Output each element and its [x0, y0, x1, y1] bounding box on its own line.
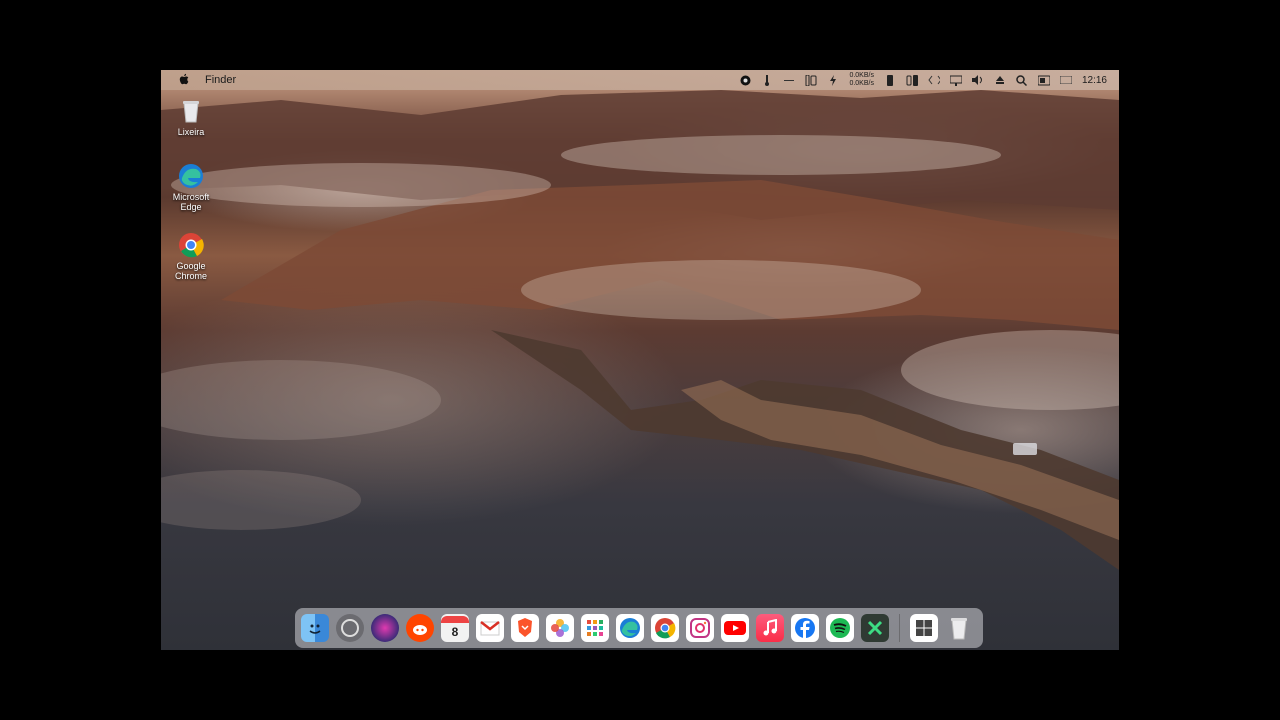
dock-separator [899, 614, 900, 642]
record-icon[interactable] [739, 74, 751, 86]
edge-icon [178, 163, 204, 189]
youtube-icon[interactable] [721, 614, 749, 642]
edge-icon[interactable] [616, 614, 644, 642]
battery-icon[interactable] [884, 74, 896, 86]
brave-icon[interactable] [511, 614, 539, 642]
apple-menu-icon[interactable] [177, 73, 191, 88]
siri-icon[interactable] [371, 614, 399, 642]
lightning-icon[interactable] [827, 74, 839, 86]
net-download: 0.0KB/s [849, 80, 874, 87]
reddit-icon[interactable] [406, 614, 434, 642]
music-icon[interactable] [756, 614, 784, 642]
dash-icon[interactable] [783, 74, 795, 86]
trash-icon[interactable] [945, 614, 973, 642]
control-center-icon[interactable] [1037, 74, 1050, 86]
windows-icon[interactable] [910, 614, 938, 642]
chrome-icon [178, 232, 204, 258]
spotify-icon[interactable] [826, 614, 854, 642]
chrome-icon[interactable] [651, 614, 679, 642]
desktop-icon-chrome[interactable]: Google Chrome [161, 232, 221, 281]
instagram-icon[interactable] [686, 614, 714, 642]
facebook-icon[interactable] [791, 614, 819, 642]
status-menus: 0.0KB/s 0.0KB/s 12:16 [739, 72, 1119, 88]
gmail-icon[interactable] [476, 614, 504, 642]
search-icon[interactable] [1016, 74, 1028, 86]
desktop-icon-edge[interactable]: Microsoft Edge [161, 163, 221, 212]
keyboard-icon[interactable] [1059, 74, 1072, 86]
photos-icon[interactable] [546, 614, 574, 642]
phone-icon[interactable] [805, 74, 817, 86]
display-icon[interactable] [949, 74, 962, 86]
desktop: Finder 0.0KB/s 0.0KB/s 12:16 Lixeira Mic… [161, 70, 1119, 650]
volume-icon[interactable] [971, 74, 984, 86]
menu-bar: Finder 0.0KB/s 0.0KB/s 12:16 [161, 70, 1119, 90]
desktop-icon-label: Google Chrome [174, 261, 207, 281]
network-speed[interactable]: 0.0KB/s 0.0KB/s [849, 72, 874, 88]
wallpaper [161, 90, 1119, 570]
trash-icon [178, 98, 204, 124]
dock: 8 [295, 608, 983, 648]
desktop-icon-trash[interactable]: Lixeira [161, 98, 221, 137]
menu-clock[interactable]: 12:16 [1082, 75, 1107, 86]
active-app-name[interactable]: Finder [205, 74, 236, 86]
devices-icon[interactable] [906, 74, 918, 86]
net-upload: 0.0KB/s [849, 72, 874, 79]
thermometer-icon[interactable] [761, 74, 773, 86]
calendar-icon[interactable]: 8 [441, 614, 469, 642]
desktop-icon-label: Lixeira [177, 127, 205, 137]
xcode-icon[interactable] [861, 614, 889, 642]
desktop-icon-label: Microsoft Edge [172, 192, 210, 212]
code-icon[interactable] [928, 74, 940, 86]
eject-icon[interactable] [994, 74, 1006, 86]
apps-grid-icon[interactable] [581, 614, 609, 642]
finder-icon[interactable] [301, 614, 329, 642]
small-window-thumbnail[interactable] [1013, 443, 1037, 455]
launchpad-icon[interactable] [336, 614, 364, 642]
